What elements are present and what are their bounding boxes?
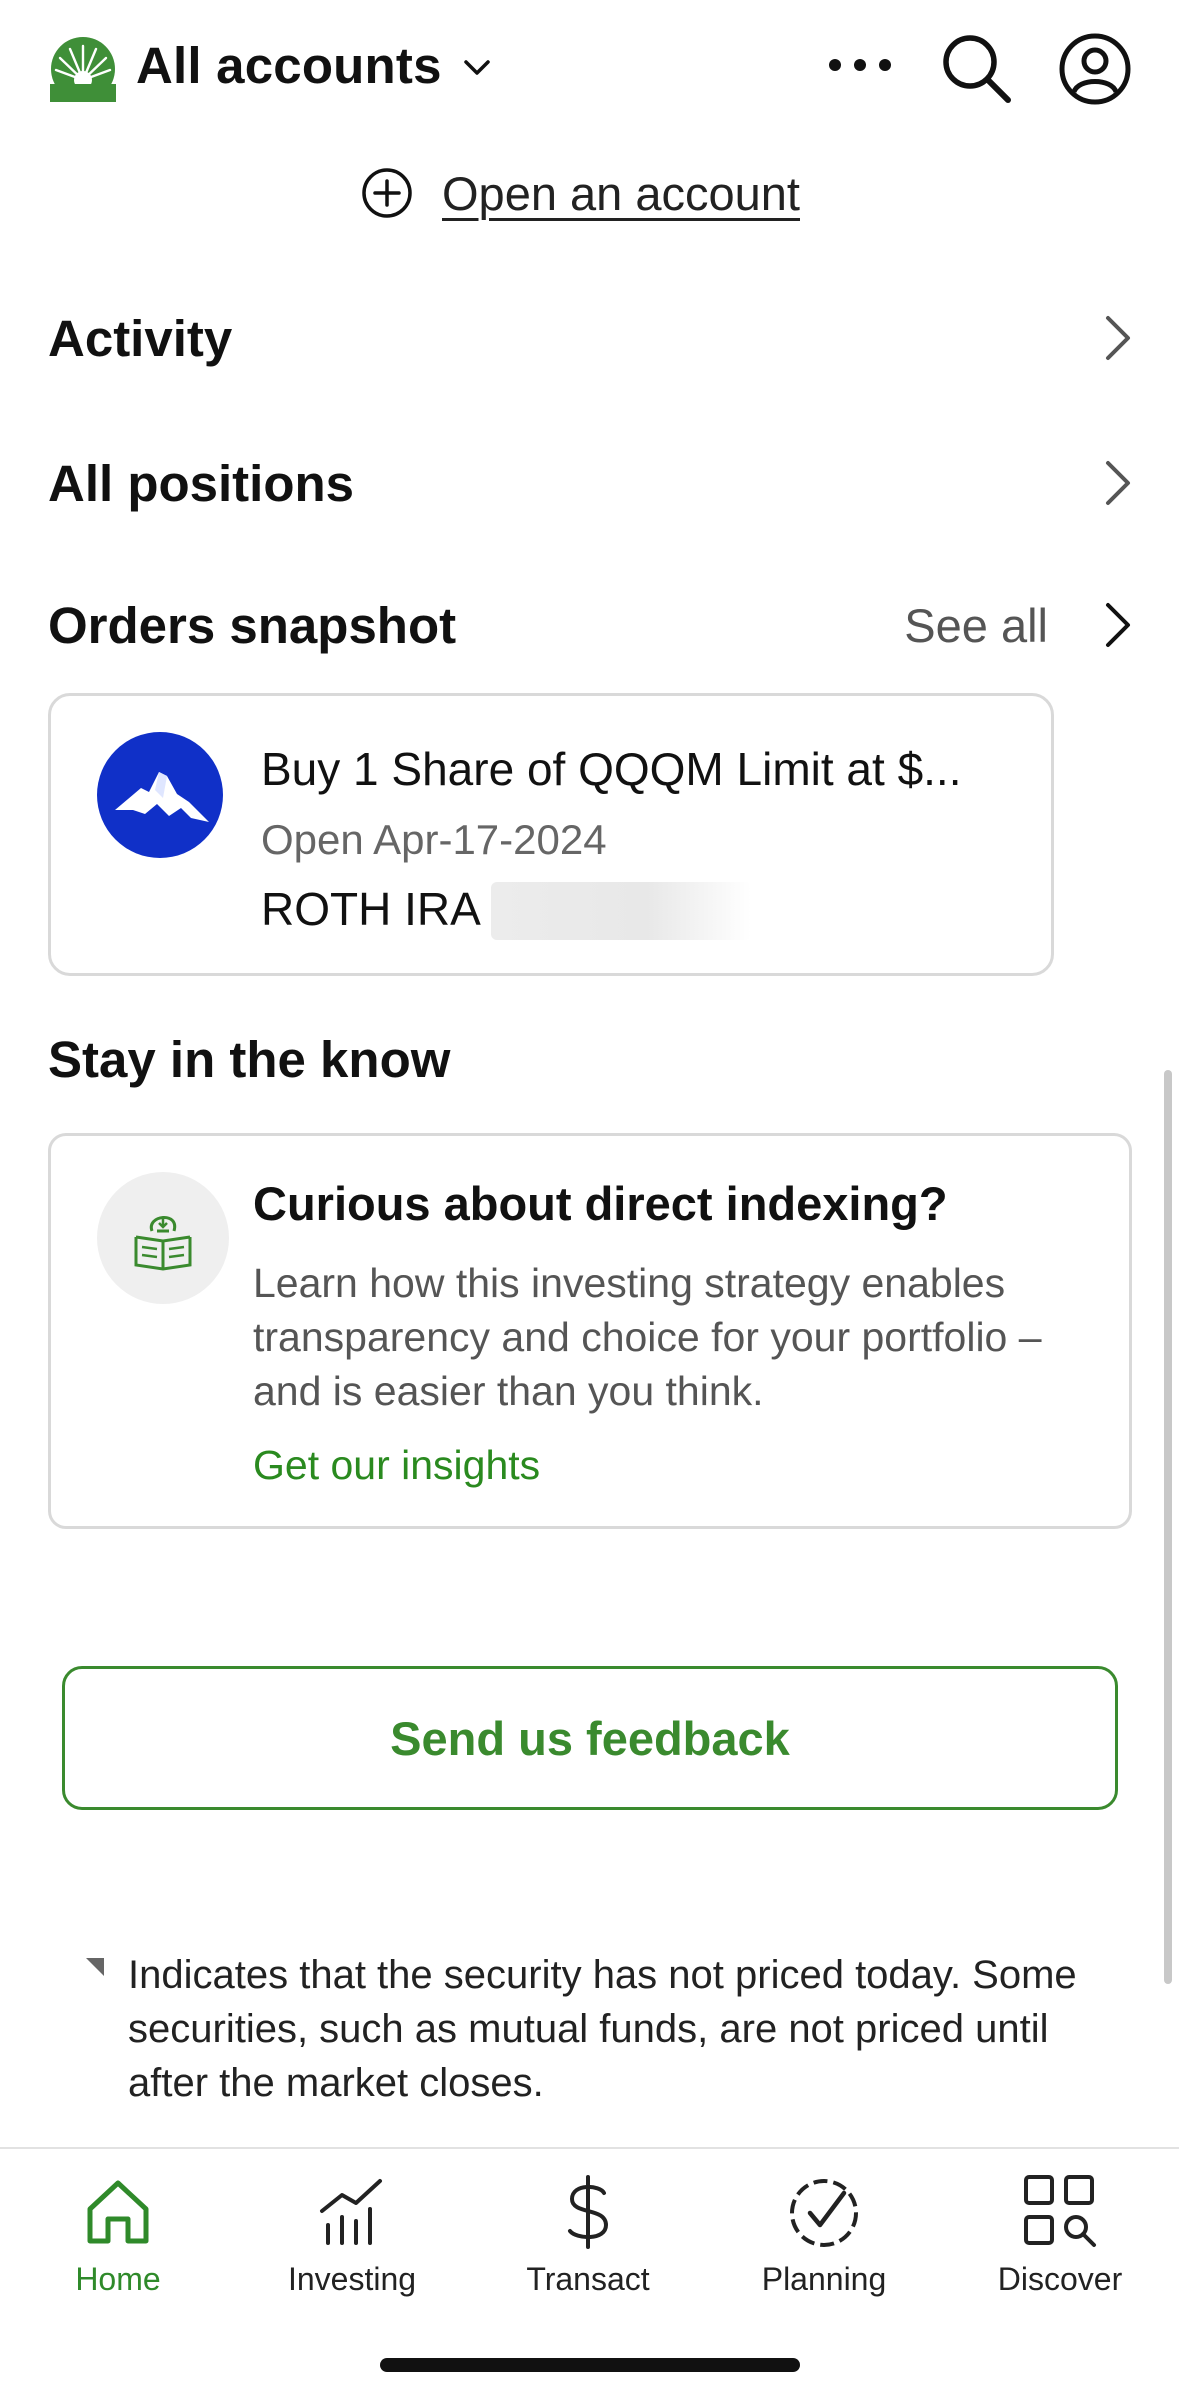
nav-planning[interactable]: Planning [724, 2171, 924, 2311]
order-status: Open Apr-17-2024 [261, 816, 607, 863]
pricing-footnote: Indicates that the security has not pric… [128, 1953, 1077, 2105]
nav-planning-label: Planning [761, 2261, 887, 2297]
chevron-right-icon [1106, 316, 1130, 360]
see-all-label: See all [904, 598, 1048, 652]
nav-investing[interactable]: Investing [252, 2171, 452, 2311]
stay-in-the-know-title: Stay in the know [48, 1031, 451, 1088]
dollar-icon [568, 2175, 609, 2249]
profile-icon[interactable] [1058, 32, 1132, 106]
open-account-link[interactable]: Open an account [360, 160, 800, 226]
chevron-right-icon [1106, 603, 1130, 647]
nav-discover[interactable]: Discover [960, 2171, 1160, 2311]
account-selector[interactable]: All accounts [136, 36, 442, 95]
chevron-down-icon[interactable] [460, 50, 494, 84]
order-card[interactable]: Buy 1 Share of QQQM Limit at $... Open A… [48, 693, 1054, 976]
home-icon [87, 2180, 149, 2244]
order-description: Buy 1 Share of QQQM Limit at $... [261, 743, 962, 795]
activity-label: Activity [48, 309, 233, 367]
nav-home[interactable]: Home [18, 2171, 218, 2311]
insight-body: Learn how this investing strategy enable… [253, 1260, 1042, 1414]
top-header: All accounts [0, 0, 1179, 140]
book-idea-icon [134, 1216, 192, 1271]
nav-transact-label: Transact [526, 2261, 650, 2297]
insight-icon-circle [97, 1172, 229, 1304]
planning-check-icon [790, 2179, 858, 2247]
investing-chart-icon [320, 2179, 382, 2245]
fund-logo [97, 732, 223, 858]
open-account-label: Open an account [442, 166, 800, 220]
order-account: ROTH IRA [261, 883, 481, 935]
logo-icon [50, 37, 116, 102]
discover-grid-icon [1024, 2175, 1096, 2247]
scrollbar[interactable] [1164, 1070, 1172, 1984]
mountain-logo-icon [115, 772, 209, 822]
activity-row[interactable]: Activity [48, 298, 1138, 378]
nav-home-label: Home [75, 2261, 161, 2297]
nav-transact[interactable]: Transact [488, 2171, 688, 2311]
insight-title: Curious about direct indexing? [253, 1177, 948, 1230]
nav-discover-label: Discover [997, 2261, 1123, 2297]
home-indicator[interactable] [380, 2358, 800, 2372]
orders-snapshot-row: Orders snapshot See all [48, 585, 1138, 665]
get-insights-link[interactable]: Get our insights [253, 1442, 540, 1489]
send-feedback-button[interactable]: Send us feedback [62, 1666, 1118, 1810]
orders-snapshot-title: Orders snapshot [48, 596, 457, 654]
nav-investing-label: Investing [287, 2261, 417, 2297]
all-positions-label: All positions [48, 454, 354, 512]
see-all-link[interactable]: See all [904, 598, 1138, 653]
redacted-account-number [491, 882, 751, 940]
plus-circle-icon [362, 168, 412, 218]
insight-card[interactable]: Curious about direct indexing? Learn how… [48, 1133, 1132, 1529]
all-positions-row[interactable]: All positions [48, 443, 1138, 523]
not-priced-indicator-icon [86, 1958, 104, 1976]
chevron-right-icon [1106, 461, 1130, 505]
search-icon[interactable] [938, 30, 1014, 106]
more-icon[interactable] [825, 45, 895, 85]
